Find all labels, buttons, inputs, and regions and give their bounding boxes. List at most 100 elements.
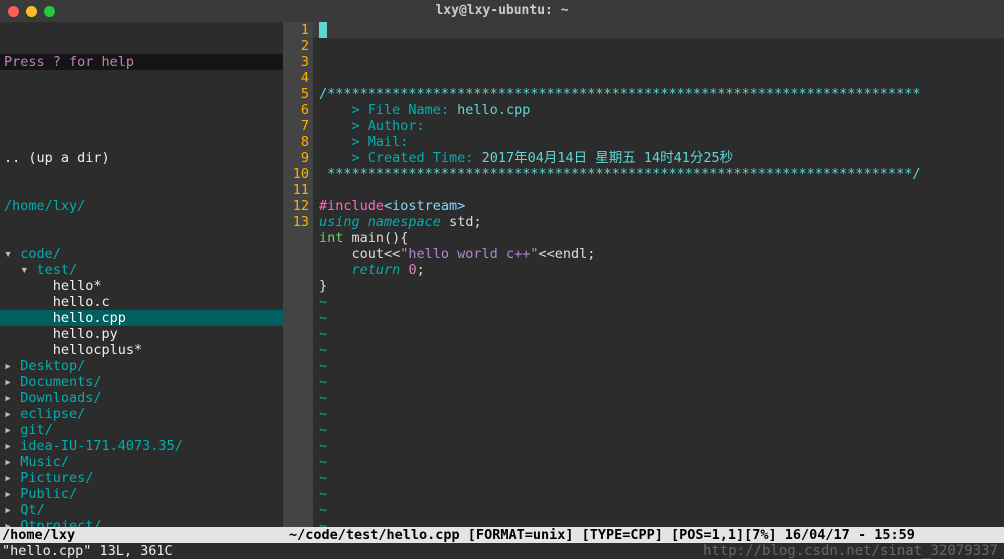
chevron-down-icon: ▾ [4,246,20,262]
line-number: 3 [283,54,309,70]
status-left: /home/lxy [0,527,287,543]
tree-item-label: git/ [20,422,53,438]
code-line: > Created Time: 2017年04月14日 星期五 14时41分25… [319,150,1004,166]
tree-dir[interactable]: ▸ Qtproject/ [0,518,283,527]
blank-icon [4,278,53,294]
chevron-right-icon: ▸ [4,454,20,470]
tree-item-label: hello.py [53,326,118,342]
command-line[interactable]: "hello.cpp" 13L, 361C http://blog.csdn.n… [0,543,1004,559]
chevron-right-icon: ▸ [4,390,20,406]
code-line: > Mail: [319,134,1004,150]
tree-file[interactable]: hello.c [0,294,283,310]
code-line: ****************************************… [319,166,1004,182]
window-title: lxy@lxy-ubuntu: ~ [0,3,1004,19]
status-bar: /home/lxy ~/code/test/hello.cpp [FORMAT=… [0,527,1004,543]
tilde-line: ~ [319,438,1004,454]
line-number: 9 [283,150,309,166]
tilde-line: ~ [319,406,1004,422]
tree-dir[interactable]: ▸ git/ [0,422,283,438]
tree-item-label: Downloads/ [20,390,101,406]
file-tree[interactable]: Press ? for help .. (up a dir) /home/lxy… [0,22,283,527]
line-number-gutter: 12345678910111213 [283,22,313,527]
tree-item-label: Pictures/ [20,470,93,486]
cmdline-text: "hello.cpp" 13L, 361C [2,543,173,559]
code-line: using namespace std; [319,214,1004,230]
watermark: http://blog.csdn.net/sinat_32079337 [703,543,998,559]
tilde-line: ~ [319,342,1004,358]
tree-dir[interactable]: ▸ Desktop/ [0,358,283,374]
chevron-right-icon: ▸ [4,502,20,518]
chevron-right-icon: ▸ [4,486,20,502]
blank-icon [4,326,53,342]
line-number: 7 [283,118,309,134]
tree-item-label: Public/ [20,486,77,502]
tilde-line: ~ [319,454,1004,470]
tree-item-label: Qtproject/ [20,518,101,527]
titlebar: lxy@lxy-ubuntu: ~ [0,0,1004,22]
tree-updir[interactable]: .. (up a dir) [0,150,283,166]
chevron-right-icon: ▸ [4,518,20,527]
tree-dir[interactable]: ▾ code/ [0,246,283,262]
tree-file[interactable]: hello* [0,278,283,294]
chevron-right-icon: ▸ [4,374,20,390]
tree-item-label: eclipse/ [20,406,85,422]
line-number: 10 [283,166,309,182]
tilde-line: ~ [319,374,1004,390]
tilde-line: ~ [319,470,1004,486]
line-number: 6 [283,102,309,118]
tree-dir[interactable]: ▸ Documents/ [0,374,283,390]
code-line [319,182,1004,198]
tree-dir[interactable]: ▸ Music/ [0,454,283,470]
chevron-right-icon: ▸ [4,438,20,454]
chevron-right-icon: ▸ [4,358,20,374]
code-area[interactable]: /***************************************… [313,22,1004,527]
line-number: 1 [283,22,309,38]
line-number: 8 [283,134,309,150]
line-number: 12 [283,198,309,214]
line-number: 13 [283,214,309,230]
blank-icon [4,294,53,310]
tree-dir[interactable]: ▸ Pictures/ [0,470,283,486]
chevron-down-icon: ▾ [4,262,37,278]
tree-dir[interactable]: ▸ Downloads/ [0,390,283,406]
tree-dir[interactable]: ▸ Qt/ [0,502,283,518]
tilde-line: ~ [319,310,1004,326]
tree-file[interactable]: hello.cpp [0,310,283,326]
chevron-right-icon: ▸ [4,406,20,422]
code-line: /***************************************… [319,86,1004,102]
tree-dir[interactable]: ▸ Public/ [0,486,283,502]
tilde-line: ~ [319,502,1004,518]
tilde-line: ~ [319,486,1004,502]
line-number: 2 [283,38,309,54]
tree-dir[interactable]: ▸ idea-IU-171.4073.35/ [0,438,283,454]
tree-help: Press ? for help [0,54,283,70]
code-line: > Author: [319,118,1004,134]
cursor [319,22,327,38]
line-number: 4 [283,70,309,86]
tree-file[interactable]: hellocplus* [0,342,283,358]
tilde-line: ~ [319,390,1004,406]
tree-item-label: Qt/ [20,502,44,518]
tree-item-label: hello.c [53,294,110,310]
tree-item-label: hellocplus* [53,342,142,358]
line-number: 5 [283,86,309,102]
current-line-highlight [313,22,1004,38]
tree-item-label: test/ [37,262,78,278]
tree-item-label: hello.cpp [53,310,126,326]
line-number: 11 [283,182,309,198]
code-line: #include<iostream> [319,198,1004,214]
tree-item-label: code/ [20,246,61,262]
tilde-line: ~ [319,422,1004,438]
tree-dir[interactable]: ▾ test/ [0,262,283,278]
tree-item-label: Documents/ [20,374,101,390]
tree-item-label: Desktop/ [20,358,85,374]
tree-file[interactable]: hello.py [0,326,283,342]
editor[interactable]: 12345678910111213 /*********************… [283,22,1004,527]
tilde-line: ~ [319,326,1004,342]
tree-item-label: idea-IU-171.4073.35/ [20,438,183,454]
tilde-line: ~ [319,518,1004,527]
tree-root[interactable]: /home/lxy/ [0,198,283,214]
blank-icon [4,310,53,326]
chevron-right-icon: ▸ [4,422,20,438]
tree-dir[interactable]: ▸ eclipse/ [0,406,283,422]
